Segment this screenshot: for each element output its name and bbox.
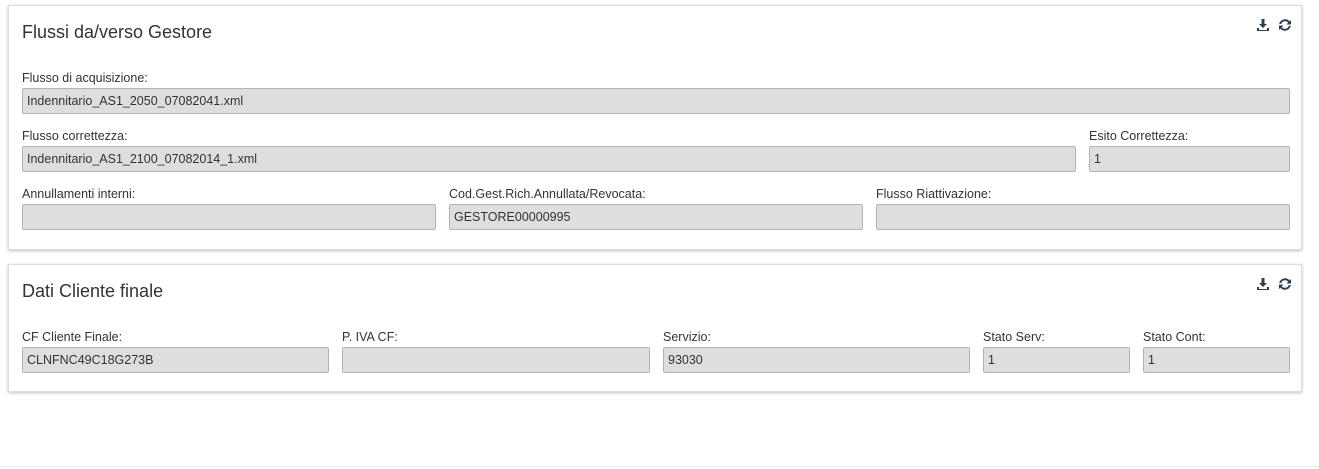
refresh-icon[interactable] [1278, 277, 1292, 291]
servizio-label: Servizio: [663, 330, 711, 344]
cf-cliente-field: CF Cliente Finale: [22, 329, 329, 373]
download-icon[interactable] [1256, 18, 1270, 32]
flusso-acquisizione-input[interactable] [22, 88, 1290, 114]
esito-correttezza-field: Esito Correttezza: [1089, 128, 1290, 172]
flusso-correttezza-label: Flusso correttezza: [22, 129, 128, 143]
cf-cliente-input[interactable] [22, 347, 329, 373]
esito-correttezza-label: Esito Correttezza: [1089, 129, 1189, 143]
flussi-panel-tools [1256, 18, 1292, 32]
flusso-riattivazione-label: Flusso Riattivazione: [876, 187, 992, 201]
flussi-panel: Flussi da/verso Gestore Flusso di acquis… [8, 5, 1302, 250]
cliente-panel-tools [1256, 277, 1292, 291]
flusso-acquisizione-field: Flusso di acquisizione: [22, 70, 1290, 114]
stato-cont-input[interactable] [1143, 347, 1290, 373]
piva-cf-input[interactable] [342, 347, 650, 373]
flusso-riattivazione-field: Flusso Riattivazione: [876, 186, 1290, 230]
stato-serv-label: Stato Serv: [983, 330, 1045, 344]
stato-cont-label: Stato Cont: [1143, 330, 1206, 344]
flusso-correttezza-input[interactable] [22, 146, 1076, 172]
stato-cont-field: Stato Cont: [1143, 329, 1290, 373]
cf-cliente-label: CF Cliente Finale: [22, 330, 123, 344]
servizio-field: Servizio: [663, 329, 970, 373]
servizio-input[interactable] [663, 347, 970, 373]
stato-serv-input[interactable] [983, 347, 1130, 373]
page-bottom-divider [0, 466, 1319, 467]
cod-gest-field: Cod.Gest.Rich.Annullata/Revocata: [449, 186, 863, 230]
annullamenti-interni-field: Annullamenti interni: [22, 186, 436, 230]
refresh-icon[interactable] [1278, 18, 1292, 32]
annullamenti-interni-input[interactable] [22, 204, 436, 230]
piva-cf-label: P. IVA CF: [342, 330, 398, 344]
download-icon[interactable] [1256, 277, 1270, 291]
flusso-riattivazione-input[interactable] [876, 204, 1290, 230]
esito-correttezza-input[interactable] [1089, 146, 1290, 172]
piva-cf-field: P. IVA CF: [342, 329, 650, 373]
cliente-panel-title: Dati Cliente finale [22, 281, 164, 301]
flussi-panel-title: Flussi da/verso Gestore [22, 22, 213, 42]
cod-gest-label: Cod.Gest.Rich.Annullata/Revocata: [449, 187, 646, 201]
flusso-acquisizione-label: Flusso di acquisizione: [22, 71, 148, 85]
flusso-correttezza-field: Flusso correttezza: [22, 128, 1076, 172]
cliente-panel: Dati Cliente finale CF Cliente Finale: P… [8, 264, 1302, 392]
stato-serv-field: Stato Serv: [983, 329, 1130, 373]
annullamenti-interni-label: Annullamenti interni: [22, 187, 136, 201]
cod-gest-input[interactable] [449, 204, 863, 230]
